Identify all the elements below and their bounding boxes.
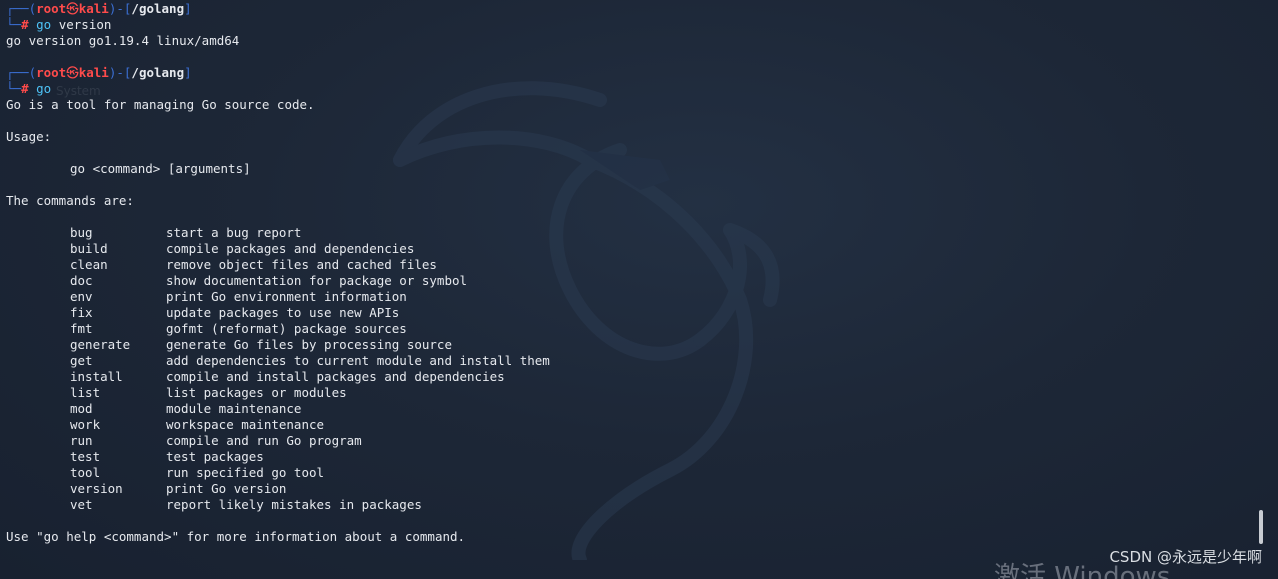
- command-name: list: [70, 385, 101, 400]
- command-row: build compile packages and dependencies: [6, 241, 1248, 257]
- command-name: version: [70, 481, 123, 496]
- prompt-header: ┌──(root㉿kali)-[/golang]: [6, 1, 192, 16]
- command-description: compile and run Go program: [166, 433, 362, 448]
- command-name: build: [70, 241, 108, 256]
- command-name: fix: [70, 305, 93, 320]
- usage-line: go <command> [arguments]: [70, 161, 251, 176]
- command-row: list list packages or modules: [6, 385, 1248, 401]
- command-description: add dependencies to current module and i…: [166, 353, 550, 368]
- command-name: test: [70, 449, 101, 464]
- terminal-output: ┌──(root㉿kali)-[/golang] └─# go version …: [6, 1, 1248, 545]
- command-description: remove object files and cached files: [166, 257, 437, 272]
- command-row: work workspace maintenance: [6, 417, 1248, 433]
- usage-label: Usage:: [6, 129, 52, 144]
- command-name: bug: [70, 225, 93, 240]
- command-name: clean: [70, 257, 108, 272]
- prompt-header: ┌──(root㉿kali)-[/golang]: [6, 65, 192, 80]
- command-list: bug start a bug report build compile packag…: [6, 225, 1248, 513]
- command-description: module maintenance: [166, 401, 302, 416]
- command-name: generate: [70, 337, 131, 352]
- command-description: workspace maintenance: [166, 417, 325, 432]
- command-description: print Go version: [166, 481, 287, 496]
- command-row: bug start a bug report: [6, 225, 1248, 241]
- command-row: install compile and install packages and …: [6, 369, 1248, 385]
- command-row: mod module maintenance: [6, 401, 1248, 417]
- command-name: mod: [70, 401, 93, 416]
- command-description: gofmt (reformat) package sources: [166, 321, 407, 336]
- command-description: report likely mistakes in packages: [166, 497, 422, 512]
- version-output: go version go1.19.4 linux/amd64: [6, 33, 240, 48]
- command-row: fmt gofmt (reformat) package sources: [6, 321, 1248, 337]
- command-row: env print Go environment information: [6, 289, 1248, 305]
- help-intro: Go is a tool for managing Go source code…: [6, 97, 315, 112]
- command-name: install: [70, 369, 123, 384]
- command-row: version print Go version: [6, 481, 1248, 497]
- command-row: generate generate Go files by processing …: [6, 337, 1248, 353]
- command-row: tool run specified go tool: [6, 465, 1248, 481]
- command-description: compile and install packages and depende…: [166, 369, 505, 384]
- command-name: env: [70, 289, 93, 304]
- terminal-window[interactable]: System ┌──(root㉿kali)-[/golang] └─# go v…: [0, 0, 1278, 579]
- command-name: vet: [70, 497, 93, 512]
- command-row: doc show documentation for package or sym…: [6, 273, 1248, 289]
- command-name: get: [70, 353, 93, 368]
- command-description: start a bug report: [166, 225, 302, 240]
- command-description: list packages or modules: [166, 385, 347, 400]
- command-row: get add dependencies to current module an…: [6, 353, 1248, 369]
- command-row: clean remove object files and cached file…: [6, 257, 1248, 273]
- command-name: fmt: [70, 321, 93, 336]
- prompt-command-line: └─# go: [6, 81, 52, 96]
- command-row: test test packages: [6, 449, 1248, 465]
- csdn-watermark: CSDN @永远是少年啊: [1109, 548, 1262, 566]
- scrollbar-thumb[interactable]: [1259, 510, 1263, 544]
- command-description: update packages to use new APIs: [166, 305, 400, 320]
- help-footer: Use "go help <command>" for more informa…: [6, 529, 466, 544]
- command-description: run specified go tool: [166, 465, 325, 480]
- command-name: run: [70, 433, 93, 448]
- command-description: compile packages and dependencies: [166, 241, 415, 256]
- command-description: print Go environment information: [166, 289, 407, 304]
- command-name: work: [70, 417, 101, 432]
- command-description: test packages: [166, 449, 264, 464]
- prompt-command-line: └─# go version: [6, 17, 112, 32]
- command-row: run compile and run Go program: [6, 433, 1248, 449]
- command-description: show documentation for package or symbol: [166, 273, 468, 288]
- command-row: vet report likely mistakes in packages: [6, 497, 1248, 513]
- command-row: fix update packages to use new APIs: [6, 305, 1248, 321]
- command-name: doc: [70, 273, 93, 288]
- commands-label: The commands are:: [6, 193, 134, 208]
- command-description: generate Go files by processing source: [166, 337, 452, 352]
- command-name: tool: [70, 465, 101, 480]
